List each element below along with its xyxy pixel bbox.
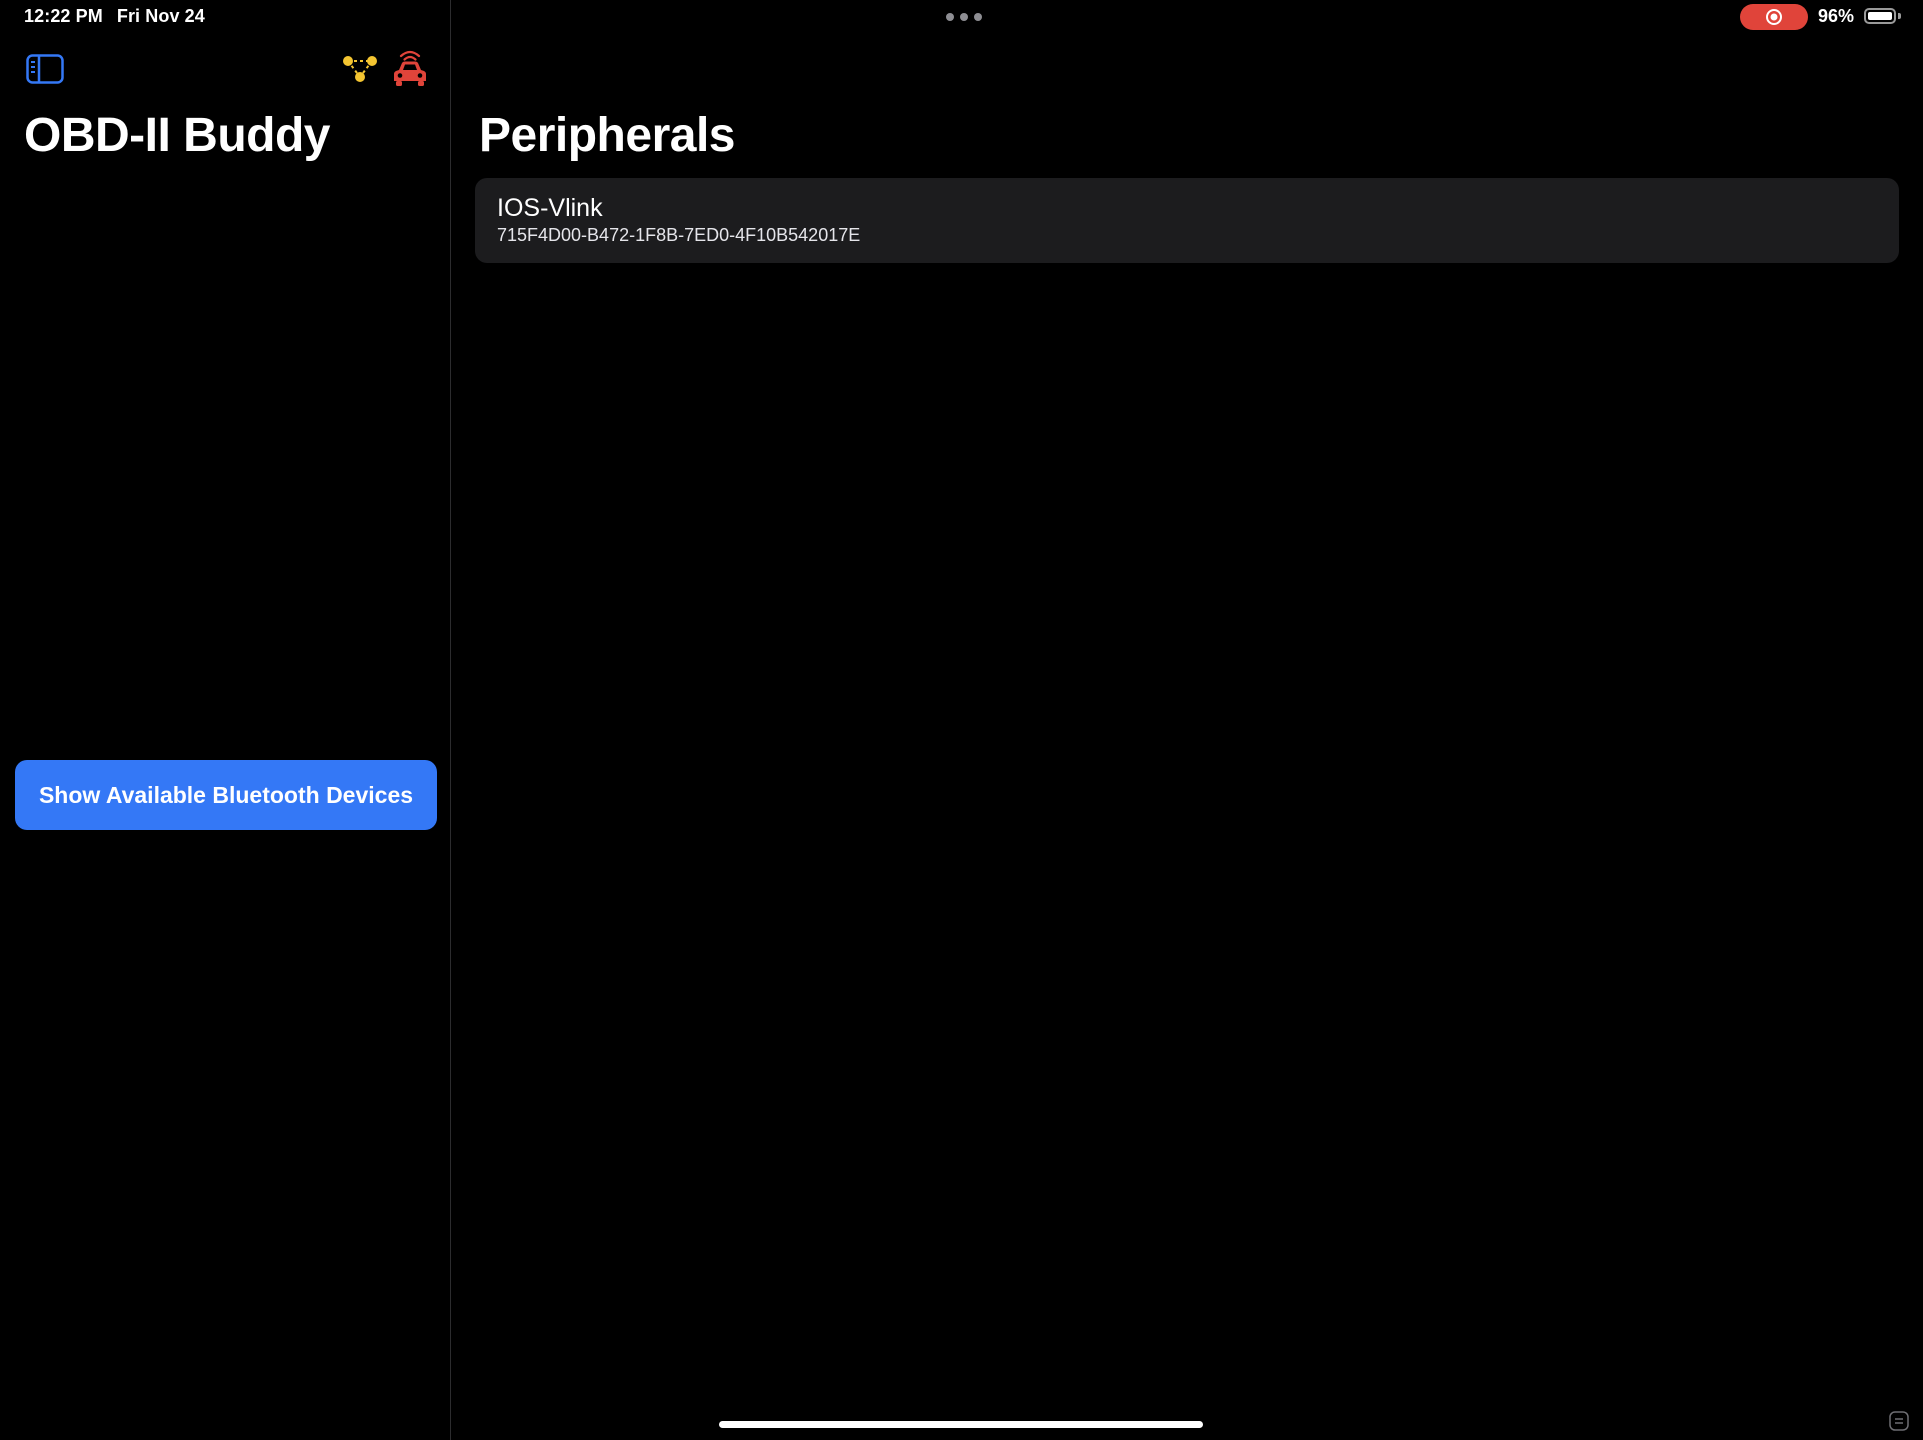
page-title: Peripherals [479,109,735,162]
screen-recording-indicator[interactable] [1740,4,1808,30]
car-signal-icon[interactable] [391,48,429,88]
show-bluetooth-devices-button[interactable]: Show Available Bluetooth Devices [15,760,437,830]
sidebar-toggle-icon[interactable] [26,54,64,84]
screenshot-scan-icon[interactable] [1888,1410,1910,1432]
battery-icon [1864,8,1896,24]
home-indicator[interactable] [719,1421,1203,1428]
record-icon [1766,9,1782,25]
peripheral-uuid: 715F4D00-B472-1F8B-7ED0-4F10B542017E [497,225,861,245]
battery-percentage: 96% [1818,6,1855,26]
peripheral-list-item[interactable]: IOS-Vlink 715F4D00-B472-1F8B-7ED0-4F10B5… [475,178,1899,263]
multitasking-menu-icon[interactable] [946,13,982,21]
ipad-screen: 12:22 PM Fri Nov 24 96% OBD-II Buddy Sho… [0,0,1923,1440]
battery-nub [1898,13,1901,19]
sidebar: OBD-II Buddy Show Available Bluetooth De… [0,0,451,1440]
peripheral-name: IOS-Vlink [497,194,603,222]
network-nodes-icon[interactable] [342,54,378,86]
app-title: OBD-II Buddy [24,109,330,162]
